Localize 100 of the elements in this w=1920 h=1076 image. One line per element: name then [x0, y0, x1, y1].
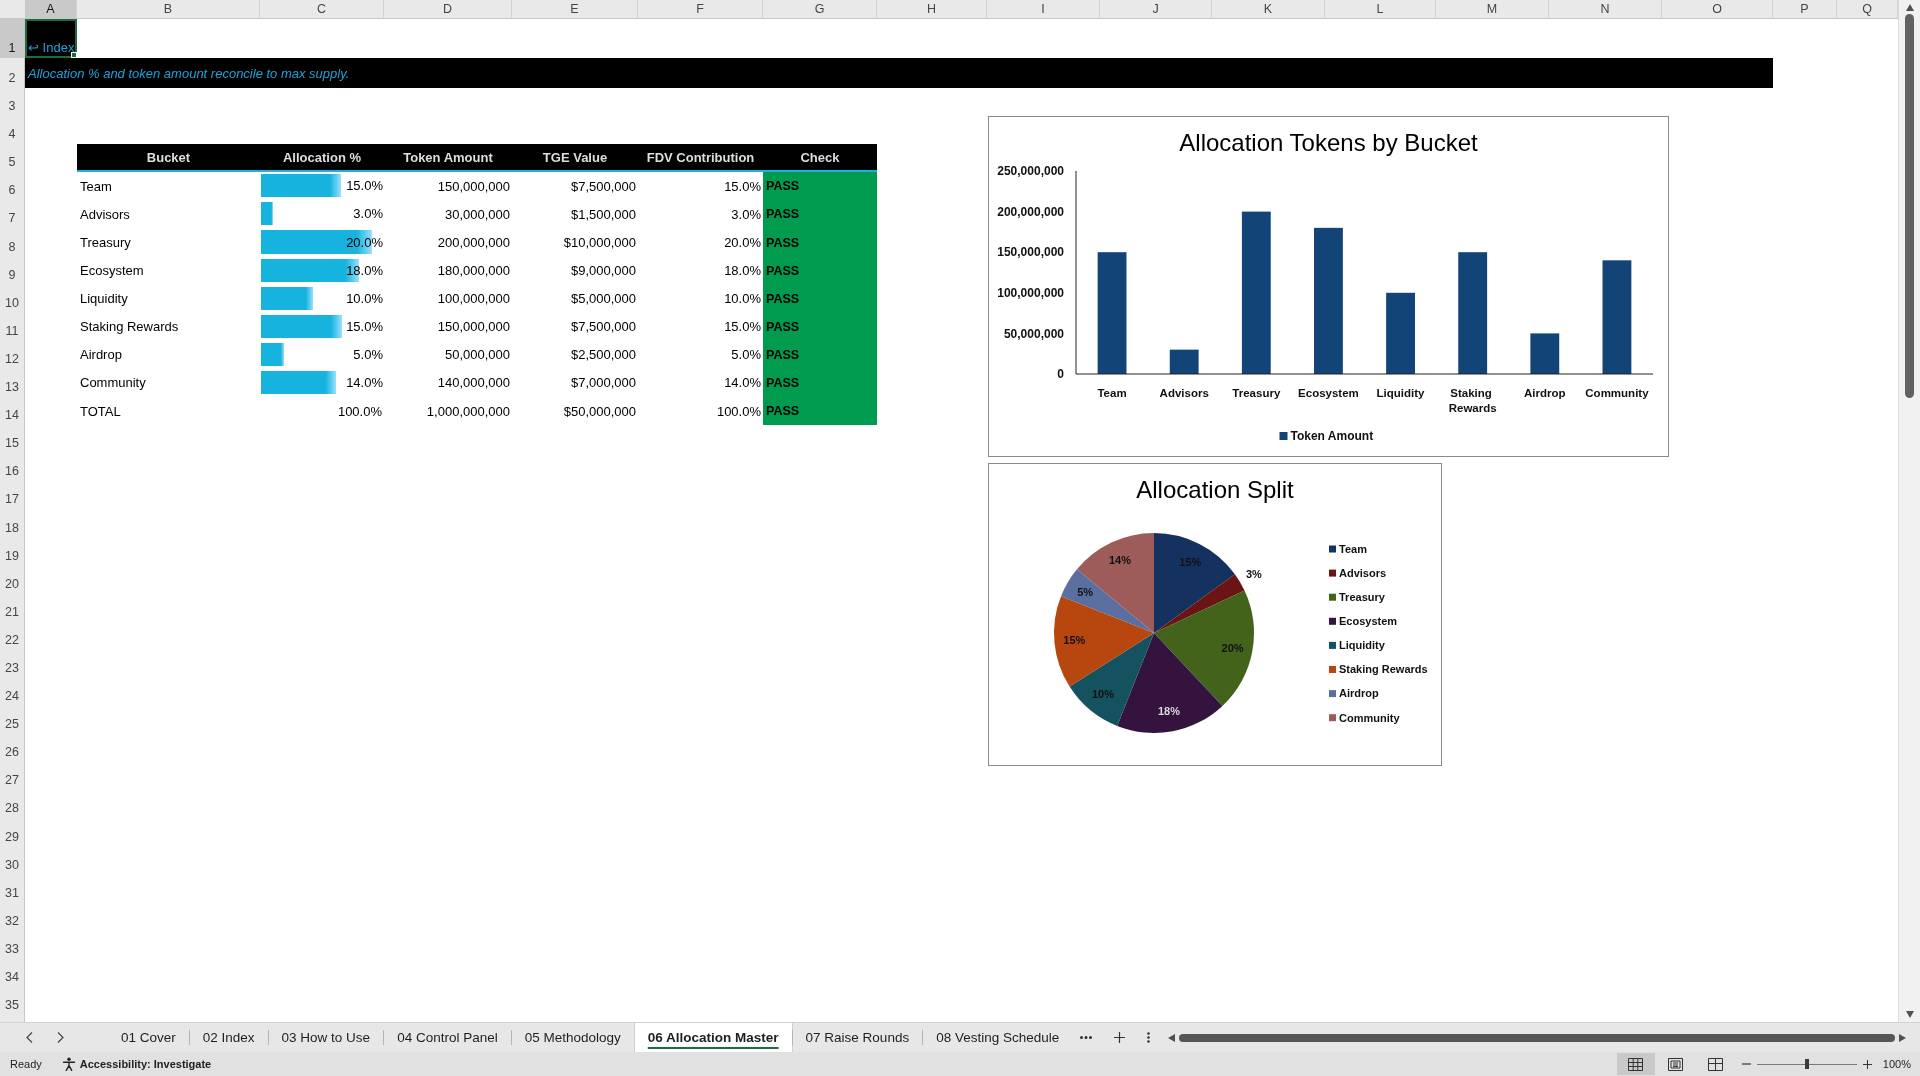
row-header[interactable]: 35 — [0, 987, 24, 1016]
row-header[interactable]: 1 — [0, 19, 24, 58]
table-cell-text: Community — [79, 374, 147, 393]
row-header[interactable]: 33 — [0, 930, 24, 959]
table-cell: 5.0% — [353, 346, 383, 362]
row-header[interactable]: 31 — [0, 874, 24, 903]
page-break-icon — [1708, 1057, 1724, 1071]
sheet-tab[interactable]: 08 Vesting Schedule — [923, 1023, 1073, 1052]
slider-thumb[interactable] — [1804, 1059, 1809, 1069]
axis-tick-label: 100,000,000 — [997, 286, 1064, 300]
row-header[interactable]: 2 — [0, 58, 24, 88]
row-header[interactable]: 22 — [0, 621, 24, 650]
scroll-right-arrow-icon[interactable] — [1899, 1033, 1906, 1042]
row-header[interactable]: 30 — [0, 846, 24, 875]
table-cell-text: Staking Rewards — [79, 318, 180, 337]
row-header[interactable]: 18 — [0, 509, 24, 538]
column-header[interactable]: D — [384, 0, 512, 18]
sheet-tab[interactable]: 07 Raise Rounds — [792, 1023, 923, 1052]
sheet-tab[interactable]: 02 Index — [189, 1023, 268, 1052]
minus-icon[interactable] — [1741, 1063, 1751, 1065]
more-icon[interactable] — [1080, 1036, 1093, 1039]
row-header[interactable]: 14 — [0, 397, 24, 426]
category-label: Ecosystem — [1298, 387, 1359, 399]
row-header[interactable]: 4 — [0, 116, 24, 145]
axis-tick-label: 250,000,000 — [997, 164, 1064, 179]
sheet-tab[interactable]: 01 Cover — [108, 1023, 189, 1052]
table-cell-text: 150,000,000 — [436, 318, 511, 337]
legend-label: Community — [1339, 711, 1400, 724]
column-header[interactable]: A — [25, 0, 77, 18]
row-header[interactable]: 27 — [0, 762, 24, 791]
legend-label: Liquidity — [1339, 639, 1385, 652]
row-header[interactable]: 6 — [0, 172, 24, 201]
row-header[interactable]: 10 — [0, 284, 24, 313]
scrollbar-thumb[interactable] — [1905, 14, 1914, 398]
vertical-scrollbar[interactable] — [1898, 0, 1920, 1022]
row-header[interactable]: 24 — [0, 677, 24, 707]
row-header[interactable]: 21 — [0, 593, 24, 622]
column-header[interactable]: M — [1436, 0, 1549, 18]
scrollbar-thumb[interactable] — [1179, 1033, 1895, 1042]
accessibility-button[interactable]: Accessibility: Investigate — [61, 1057, 212, 1071]
column-header[interactable]: H — [877, 0, 987, 18]
row-header[interactable]: 8 — [0, 228, 24, 257]
row-header[interactable]: 11 — [0, 312, 24, 341]
column-header[interactable]: G — [763, 0, 877, 18]
row-header[interactable]: 28 — [0, 790, 24, 819]
row-header[interactable]: 5 — [0, 144, 24, 173]
page-icon — [1668, 1057, 1684, 1071]
table-cell-text: $1,500,000 — [569, 205, 637, 224]
table-cell-text: 14.0% — [723, 374, 762, 393]
row-header[interactable]: 16 — [0, 453, 24, 482]
view-button[interactable] — [1616, 1053, 1655, 1075]
column-header[interactable]: J — [1100, 0, 1212, 18]
scroll-left-arrow-icon[interactable] — [1168, 1033, 1176, 1042]
row-header[interactable]: 26 — [0, 734, 24, 763]
table-cell-text: Ecosystem — [79, 262, 145, 281]
row-header[interactable]: 29 — [0, 818, 24, 847]
chevron-right-icon[interactable] — [57, 1032, 64, 1043]
row-header[interactable]: 20 — [0, 565, 24, 594]
sheet-tab[interactable]: 05 Methodology — [511, 1023, 634, 1052]
column-header[interactable]: K — [1212, 0, 1325, 18]
column-header[interactable]: E — [512, 0, 638, 18]
column-header[interactable]: B — [77, 0, 260, 18]
row-header[interactable]: 34 — [0, 958, 24, 987]
row-header[interactable]: 19 — [0, 537, 24, 566]
fill-handle[interactable] — [71, 52, 77, 58]
row-header[interactable]: 12 — [0, 340, 24, 369]
column-header[interactable]: O — [1662, 0, 1773, 18]
column-header[interactable]: L — [1325, 0, 1436, 18]
sheet-tab[interactable]: 06 Allocation Master — [634, 1023, 792, 1052]
chevron-left-icon[interactable] — [26, 1032, 33, 1043]
scroll-up-arrow-icon[interactable] — [1905, 4, 1914, 11]
chart-bar — [1530, 333, 1560, 374]
column-header[interactable]: I — [987, 0, 1100, 18]
table-cell: 15.0% — [346, 318, 383, 334]
vertical-dots-icon[interactable] — [1147, 1032, 1151, 1043]
data-label: 10% — [1092, 688, 1114, 701]
column-header: Check — [763, 144, 877, 173]
column-header: Bucket — [77, 144, 260, 173]
column-header[interactable]: P — [1773, 0, 1837, 18]
row-header[interactable]: 32 — [0, 902, 24, 931]
plus-icon[interactable] — [1862, 1059, 1872, 1069]
chart-bar — [1169, 349, 1199, 374]
row-header[interactable]: 25 — [0, 706, 24, 735]
table-cell-text: Treasury — [79, 234, 132, 252]
sheet-tab[interactable]: 04 Control Panel — [384, 1023, 511, 1052]
check-cell: PASS — [763, 284, 877, 313]
sheet-tab[interactable]: 03 How to Use — [268, 1023, 384, 1052]
column-header[interactable]: F — [638, 0, 763, 18]
table-cell-text: 5.0% — [730, 346, 762, 365]
column-header[interactable]: N — [1549, 0, 1662, 18]
column-header[interactable]: C — [260, 0, 384, 18]
row-header[interactable]: 13 — [0, 368, 24, 398]
row-header[interactable]: 7 — [0, 200, 24, 229]
plus-icon[interactable] — [1114, 1032, 1126, 1043]
row-header[interactable]: 17 — [0, 481, 24, 510]
row-header[interactable]: 15 — [0, 425, 24, 454]
scroll-down-arrow-icon[interactable] — [1905, 1011, 1914, 1018]
row-header[interactable]: 23 — [0, 649, 24, 678]
row-header[interactable]: 9 — [0, 256, 24, 285]
row-header[interactable]: 3 — [0, 88, 24, 117]
